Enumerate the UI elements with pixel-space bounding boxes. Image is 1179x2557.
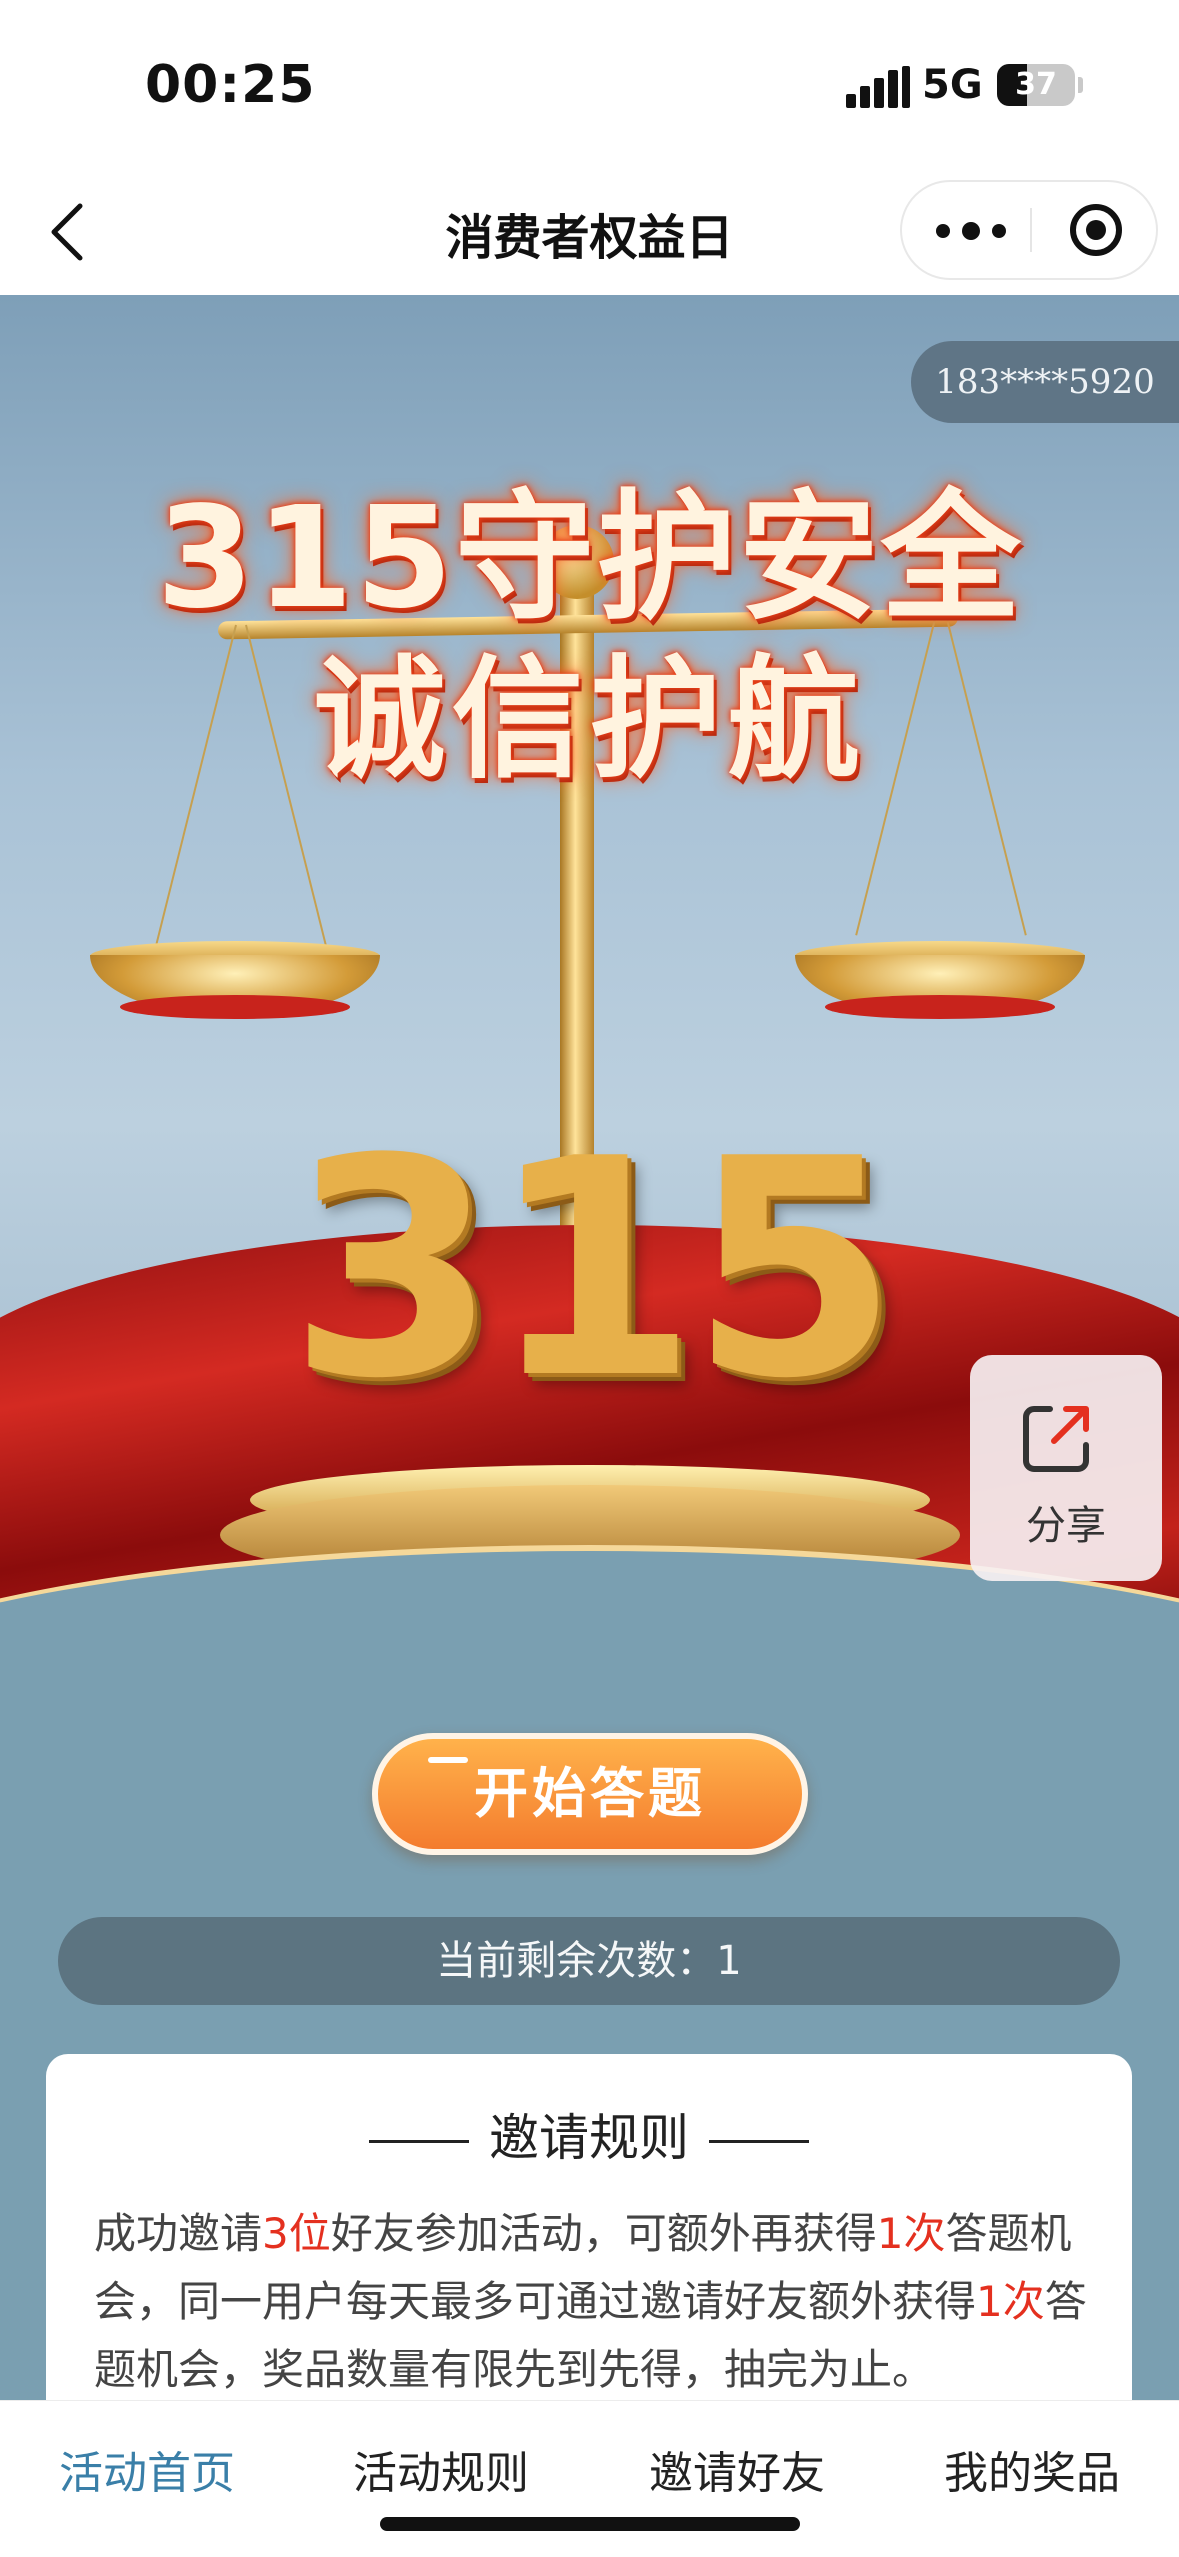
rules-text-part: 好友参加活动，可额外再获得 [330, 2209, 877, 2258]
hero-headline-2: 诚信护航 [313, 643, 866, 797]
start-quiz-label: 开始答题 [474, 1762, 706, 1825]
title-divider-right [709, 2140, 809, 2143]
nav-bar: 消费者权益日 [0, 170, 1179, 295]
tab-my-prizes[interactable]: 我的奖品 [885, 2437, 1179, 2501]
rules-highlight: 1次 [976, 2277, 1045, 2326]
battery-icon: 37 [997, 64, 1075, 106]
share-label: 分享 [1026, 1503, 1106, 1549]
rules-title: 邀请规则 [46, 2098, 1132, 2170]
share-icon [1023, 1406, 1089, 1472]
more-icon[interactable] [934, 182, 1044, 278]
bottom-tab-bar: 活动首页 活动规则 邀请好友 我的奖品 [0, 2400, 1179, 2557]
rules-highlight: 1次 [876, 2209, 946, 2258]
rules-text-part: 成功邀请 [94, 2209, 263, 2258]
home-indicator [380, 2517, 800, 2531]
status-bar: 00:25 5G 37 [0, 0, 1179, 170]
tab-activity-rules[interactable]: 活动规则 [294, 2437, 588, 2501]
capsule-divider [1030, 208, 1032, 252]
battery-level: 37 [1015, 67, 1057, 102]
tab-activity-home[interactable]: 活动首页 [0, 2437, 294, 2501]
user-phone-badge: 183****5920 [911, 341, 1179, 423]
rules-title-text: 邀请规则 [489, 2109, 689, 2167]
mini-program-capsule [900, 180, 1158, 280]
title-divider-left [369, 2140, 469, 2143]
close-miniprogram-icon[interactable] [1070, 204, 1122, 256]
button-gloss [428, 1757, 468, 1763]
rules-highlight: 3位 [262, 2209, 331, 2258]
rules-text: 成功邀请3位好友参加活动，可额外再获得1次答题机会，同一用户每天最多可通过邀请好… [94, 2200, 1094, 2404]
tab-invite-friends[interactable]: 邀请好友 [590, 2437, 884, 2501]
remaining-attempts: 当前剩余次数：1 [58, 1917, 1120, 2005]
start-quiz-button[interactable]: 开始答题 [372, 1733, 808, 1855]
signal-icon [846, 66, 910, 108]
scale-pan-right-red [825, 995, 1055, 1019]
network-type: 5G [922, 62, 983, 108]
status-time: 00:25 [145, 55, 316, 115]
share-button[interactable]: 分享 [970, 1355, 1162, 1581]
scale-pan-left-red [120, 995, 350, 1019]
battery-tip [1078, 77, 1083, 93]
